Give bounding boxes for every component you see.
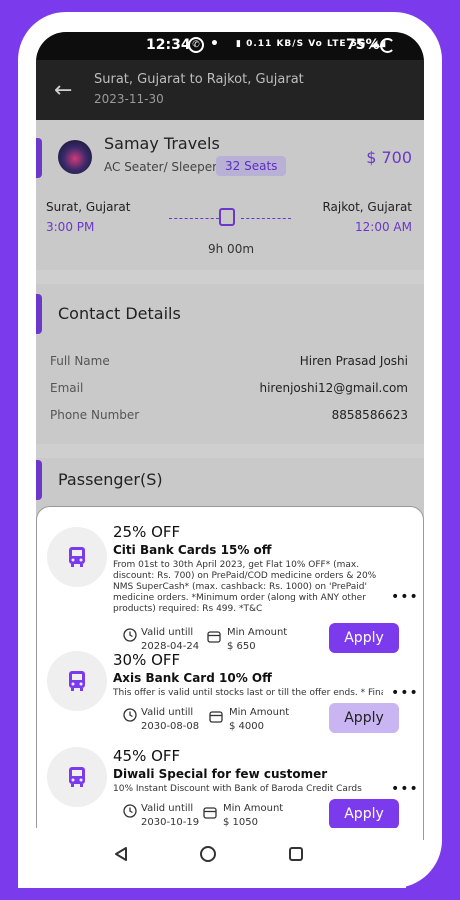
apply-button[interactable]: Apply (329, 703, 399, 733)
trip-duration: 9h 00m (208, 242, 255, 256)
offer-description: This offer is valid until stocks last or… (113, 688, 383, 698)
min-amount-label: Min Amount (227, 627, 288, 638)
from-city: Surat, Gujarat (46, 200, 131, 214)
offer-description: From 01st to 30th April 2023, get Flat 1… (113, 560, 377, 614)
bus-icon (47, 747, 107, 807)
app-header: ← Surat, Gujarat to Rajkot, Gujarat 2023… (36, 60, 424, 120)
offer-title: Axis Bank Card 10% Off (113, 671, 272, 685)
trip-price: $ 700 (366, 148, 412, 167)
speed-value: 0.11 (246, 39, 273, 49)
card-icon (203, 804, 217, 823)
offer-title: Diwali Special for few customer (113, 767, 328, 781)
notification-dot-icon: • (210, 36, 219, 52)
contact-value: 8858586623 (331, 408, 408, 422)
passenger-accent-bar (36, 460, 42, 500)
nav-home-icon[interactable] (200, 846, 216, 862)
clock-icon (123, 803, 137, 822)
seats-badge: 32 Seats (216, 156, 287, 176)
back-arrow-icon[interactable]: ← (54, 78, 72, 103)
valid-label: Valid untill (141, 707, 194, 718)
operator-name: Samay Travels (104, 134, 220, 153)
card-icon (209, 708, 223, 727)
contact-row-name: Full Name Hiren Prasad Joshi (50, 354, 408, 368)
offer-title: Citi Bank Cards 15% off (113, 543, 272, 557)
from-time: 3:00 PM (46, 220, 95, 234)
travel-date: 2023-11-30 (94, 92, 164, 106)
min-amount-value: $ 1050 (223, 817, 258, 828)
card-accent-bar (36, 138, 42, 178)
operator-logo (58, 140, 92, 174)
more-options-icon[interactable]: ••• (391, 781, 419, 797)
more-options-icon[interactable]: ••• (391, 685, 419, 701)
clock-icon (123, 627, 137, 646)
trip-card: Samay Travels AC Seater/ Sleeper 32 Seat… (36, 120, 424, 270)
vibrate-icon: ▮ (236, 39, 247, 49)
contact-label: Phone Number (50, 408, 140, 422)
whatsapp-icon: ✆ (188, 37, 204, 53)
offer-percent: 45% OFF (113, 747, 181, 765)
app-screen: 12:34 ✆ • ▮ 0.11 KB/S Vo LTE 5G ◢◢ 75% ←… (36, 32, 424, 840)
system-nav-bar (18, 828, 406, 888)
contact-row-phone: Phone Number 8858586623 (50, 408, 408, 422)
battery-ring-icon (380, 38, 395, 53)
nav-back-icon[interactable] (113, 846, 129, 862)
speed-unit: KB/S (276, 39, 305, 49)
apply-button[interactable]: Apply (329, 623, 399, 653)
offer-percent: 30% OFF (113, 651, 181, 669)
contact-value: hirenjoshi12@gmail.com (259, 381, 408, 395)
bus-icon (47, 651, 107, 711)
min-amount-value: $ 650 (227, 641, 256, 652)
min-amount-value: $ 4000 (229, 721, 264, 732)
nav-recents-icon[interactable] (289, 847, 303, 861)
valid-label: Valid untill (141, 627, 194, 638)
more-options-icon[interactable]: ••• (391, 589, 419, 605)
volte-label: Vo LTE (308, 39, 347, 49)
route-line-left (169, 218, 219, 219)
contact-card: Contact Details Full Name Hiren Prasad J… (36, 284, 424, 444)
battery-level: 75% (346, 37, 380, 53)
min-amount-label: Min Amount (229, 707, 290, 718)
route-line-right (241, 218, 291, 219)
status-time: 12:34 (146, 37, 191, 53)
passenger-title: Passenger(S) (58, 470, 163, 489)
contact-label: Full Name (50, 354, 110, 368)
valid-label: Valid untill (141, 803, 194, 814)
contact-label: Email (50, 381, 84, 395)
to-city: Rajkot, Gujarat (322, 200, 412, 214)
offer-description: 10% Instant Discount with Bank of Baroda… (113, 784, 362, 794)
contact-row-email: Email hirenjoshi12@gmail.com (50, 381, 408, 395)
bus-icon (47, 527, 107, 587)
valid-date: 2030-08-08 (141, 721, 200, 732)
valid-date: 2030-10-19 (141, 817, 200, 828)
min-amount-label: Min Amount (223, 803, 284, 814)
status-bar: 12:34 ✆ • ▮ 0.11 KB/S Vo LTE 5G ◢◢ 75% (36, 32, 424, 60)
bus-type: AC Seater/ Sleeper (104, 160, 218, 174)
clock-icon (123, 707, 137, 726)
offer-percent: 25% OFF (113, 523, 181, 541)
card-icon (207, 628, 221, 647)
contact-value: Hiren Prasad Joshi (299, 354, 408, 368)
route-title: Surat, Gujarat to Rajkot, Gujarat (94, 72, 304, 87)
to-time: 12:00 AM (355, 220, 412, 234)
contact-title: Contact Details (58, 304, 181, 323)
offers-sheet: 25% OFF Citi Bank Cards 15% off From 01s… (36, 506, 424, 840)
apply-button[interactable]: Apply (329, 799, 399, 829)
contact-accent-bar (36, 294, 42, 334)
bus-icon (219, 208, 235, 226)
